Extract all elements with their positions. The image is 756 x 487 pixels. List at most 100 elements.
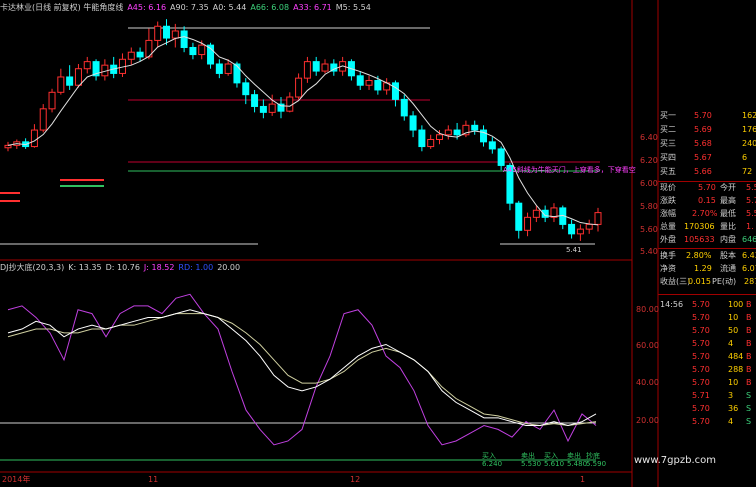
bid-price: 5.69 [694, 125, 712, 134]
stat-value: 2.80% [686, 251, 712, 260]
kdj-lines [7, 293, 597, 446]
bid-vol: 162 [742, 111, 756, 120]
tick-cell: B [746, 326, 752, 335]
stat-value: 5.7 [746, 196, 756, 205]
bid-price: 5.68 [694, 139, 712, 148]
stat-value: 5.5 [746, 183, 756, 192]
stat-label: 总量 [660, 222, 676, 231]
kdj-j-line [7, 293, 597, 446]
stat-label: 股本 [720, 251, 736, 260]
osc-signal-labels: 买入 6.240 卖出 5.530 买入 5.610 卖出 5.480 抄底 5… [482, 451, 606, 468]
tick-row: 5.70 288 B [658, 363, 756, 376]
tick-cell: S [746, 404, 752, 413]
tick-cell: 5.71 [692, 391, 710, 400]
tick-cell: 5.70 [692, 313, 710, 322]
time-label: 11 [148, 475, 158, 484]
tick-cell: 5.70 [692, 339, 710, 348]
candle-body [435, 134, 443, 140]
tick-cell: 5.70 [692, 365, 710, 374]
stat-label: 涨幅 [660, 209, 676, 218]
tick-cell: 5.70 [692, 326, 710, 335]
stat-value: 6.07 [742, 264, 756, 273]
tick-row: 14:56 5.70 100 B [658, 298, 756, 311]
price-tick: 5.40 [640, 247, 658, 256]
low-price-label: 5.41 [566, 246, 582, 254]
tick-row: 5.70 4 S [658, 415, 756, 428]
header-item: K: 13.35 [68, 263, 102, 272]
candle-body [418, 129, 426, 148]
tick-row: 5.70 36 S [658, 402, 756, 415]
stat-label: 内盘 [720, 235, 736, 244]
stat-row: 净资 1.29 流通 6.07 [658, 263, 756, 275]
osc-tick: 80.00 [636, 305, 659, 314]
tick-row: 5.70 4 B [658, 337, 756, 350]
stat-value: 287 [744, 277, 756, 286]
candle-body [180, 30, 188, 48]
price-tick: 6.20 [640, 156, 658, 165]
signal-value: 6.240 [482, 460, 502, 468]
bid-label: 买四 [660, 153, 676, 162]
tick-cell: 14:56 [660, 300, 684, 309]
signal-value: 5.590 [586, 460, 606, 468]
candle-body [4, 144, 12, 149]
candle-body [286, 96, 294, 112]
header-item: DJ抄大底(20,3,3) [0, 263, 65, 272]
candle-body [321, 63, 329, 72]
candle-body [259, 105, 267, 113]
stat-value: 2.70% [692, 209, 718, 218]
signal-label: 卖出 [567, 451, 581, 460]
header-item: A45: 6.16 [127, 3, 167, 12]
bid-label: 买五 [660, 167, 676, 176]
bid-price: 5.67 [694, 153, 712, 162]
candle-body [427, 138, 435, 148]
stat-label: PE(动) [712, 277, 737, 286]
signal-value: 5.530 [521, 460, 541, 468]
candle-body [154, 25, 162, 41]
candle-body [242, 82, 250, 96]
time-label: 12 [350, 475, 360, 484]
tick-cell: B [746, 365, 752, 374]
header-item: A33: 6.71 [293, 3, 332, 12]
signal-label: 卖出 [521, 451, 535, 460]
quote-separator [658, 294, 756, 295]
tick-cell: 100 [728, 300, 744, 309]
bid-row[interactable]: 买五 5.66 72 [658, 166, 756, 178]
bid-row[interactable]: 买三 5.68 240 [658, 138, 756, 150]
candle-body [215, 63, 223, 74]
candle-body [83, 61, 91, 70]
candle-body [127, 51, 135, 60]
tick-cell: B [746, 313, 752, 322]
stat-value: 0.015 [688, 277, 711, 286]
price-tick: 5.60 [640, 225, 658, 234]
candle-body [524, 216, 532, 231]
bid-vol: 240 [742, 139, 756, 148]
bid-row[interactable]: 买一 5.70 162 [658, 110, 756, 122]
candle-body [444, 129, 452, 136]
bid-vol: 72 [742, 167, 753, 176]
stat-value: 105633 [684, 235, 715, 244]
bid-price: 5.66 [694, 167, 712, 176]
candle-body [515, 202, 523, 231]
bid-row[interactable]: 买二 5.69 176 [658, 124, 756, 136]
tick-cell: 5.70 [692, 300, 710, 309]
price-tick: 5.80 [640, 202, 658, 211]
signal-value: 5.610 [544, 460, 564, 468]
tick-cell: 10 [728, 313, 739, 322]
main-chart-header: 卡达林业(日线 前复权) 牛能角度线 A45: 6.16 A90: 7.35 A0: … [0, 2, 375, 13]
a45-annotation: A45斜线为牛能天门，上穿看多，下穿看空 [503, 165, 636, 174]
kdj-d-line [7, 313, 597, 427]
candle-body [391, 82, 399, 100]
stat-row: 收益(三)0.015PE(动) 287 [658, 276, 756, 288]
stat-value: 1.29 [694, 264, 712, 273]
candle-body [303, 61, 311, 79]
candle-body [471, 124, 479, 131]
tick-cell: 4 [728, 417, 734, 426]
candle-body [585, 223, 593, 230]
bid-row[interactable]: 买四 5.67 6 [658, 152, 756, 164]
tick-cell: 5.70 [692, 404, 710, 413]
tick-cell: S [746, 391, 752, 400]
signal-label: 买入 [544, 452, 558, 460]
candle-body [268, 103, 276, 113]
tick-list: 14:56 5.70 100 B 5.70 10 B 5.70 50 B 5.70 4 B 5.70 484… [658, 298, 756, 443]
signal-label: 抄底 [586, 451, 600, 460]
